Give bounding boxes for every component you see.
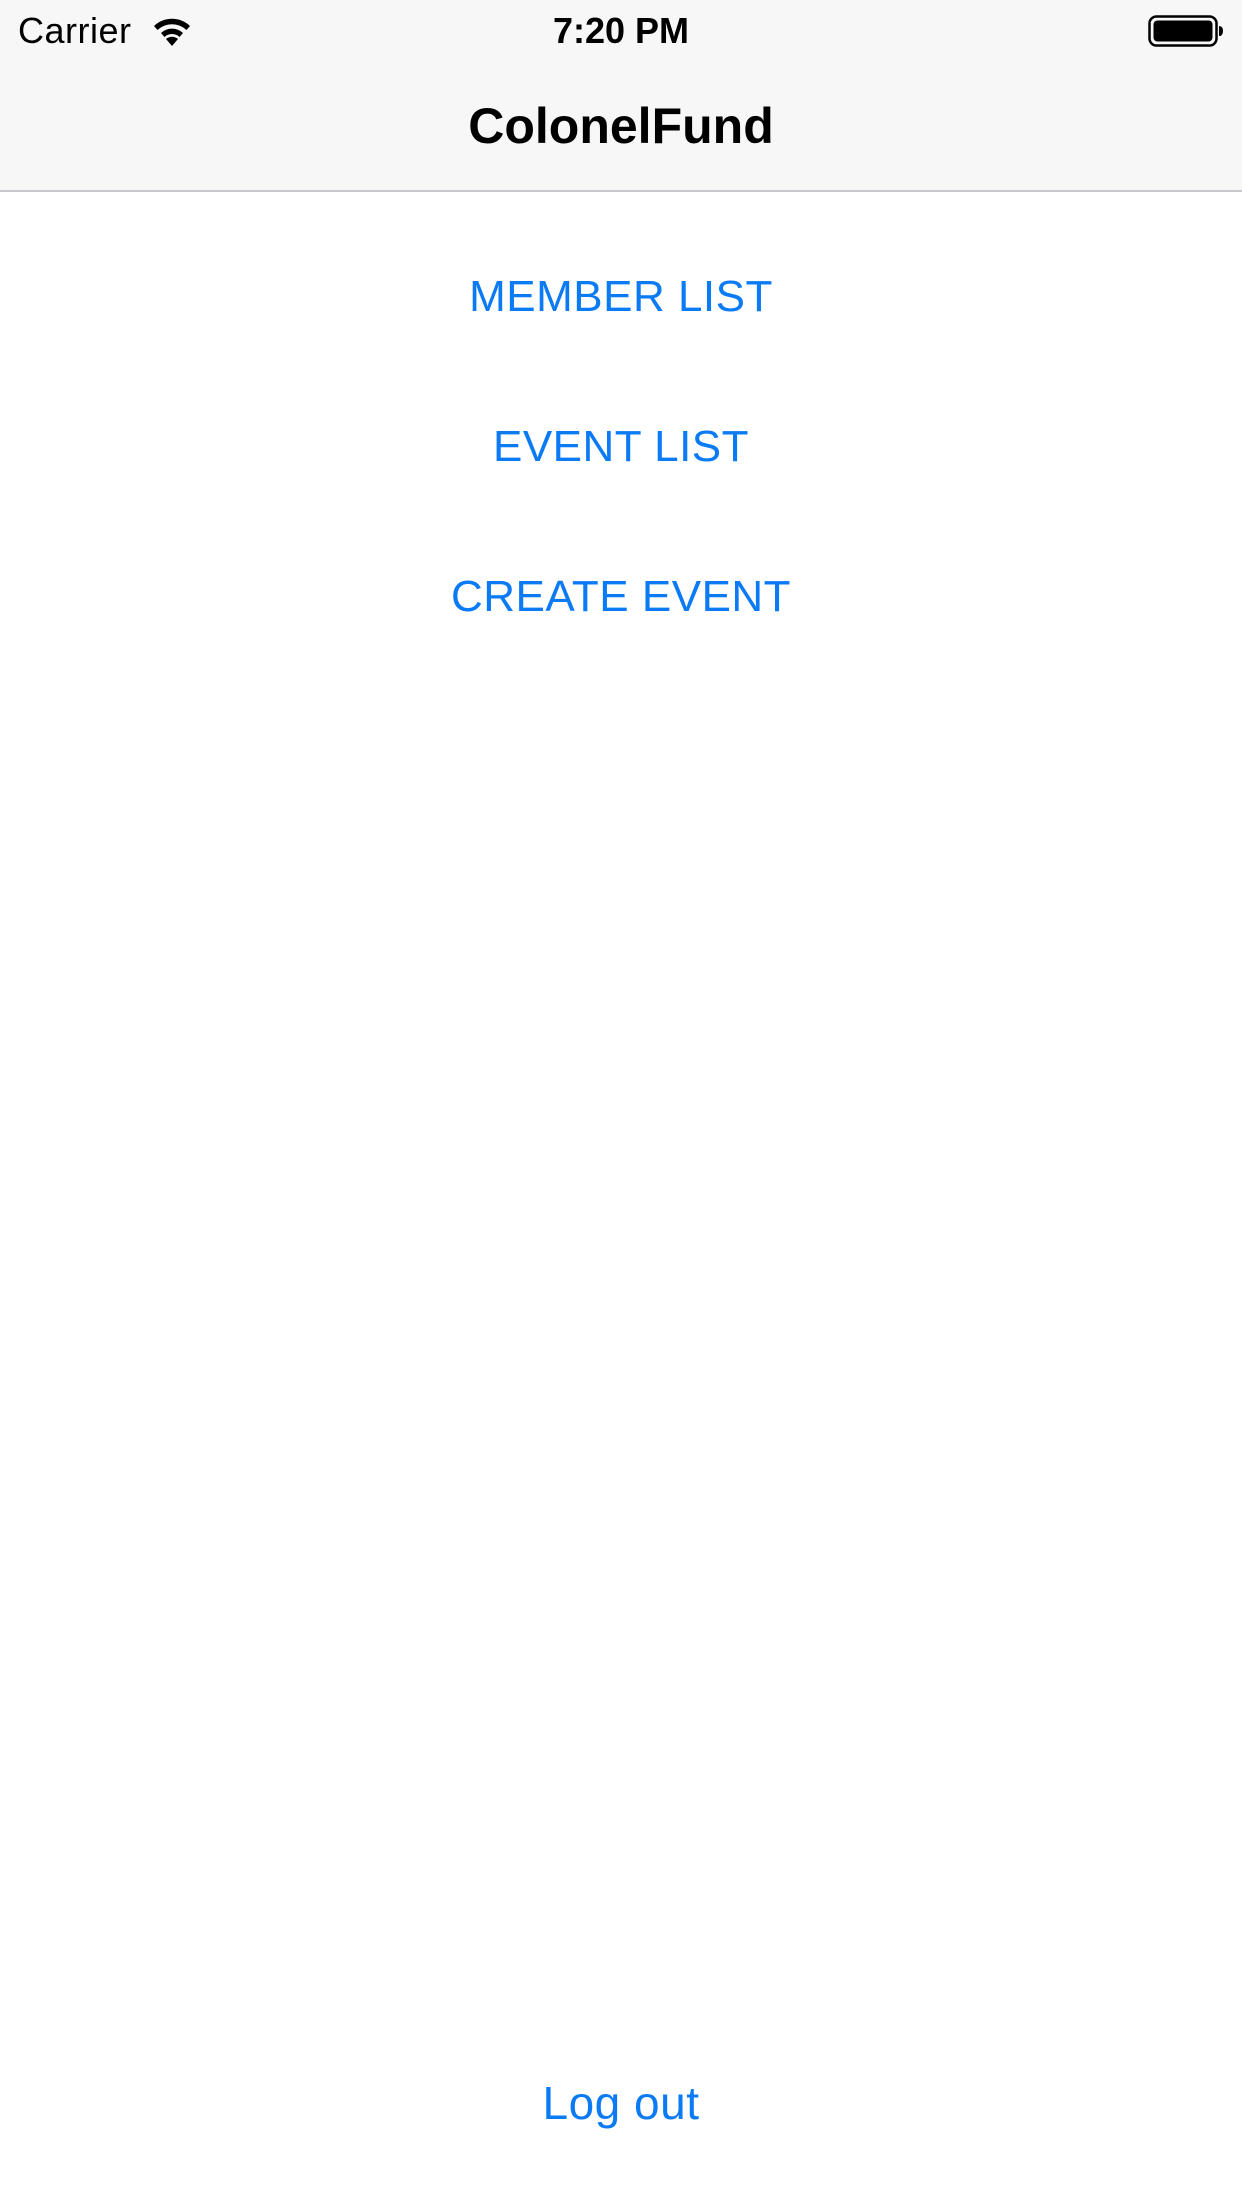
battery-icon xyxy=(1148,15,1223,47)
logout-button[interactable]: Log out xyxy=(321,2048,921,2158)
create-event-button[interactable]: CREATE EVENT xyxy=(321,542,921,652)
event-list-button[interactable]: EVENT LIST xyxy=(321,392,921,502)
page-title: ColonelFund xyxy=(468,98,774,154)
navigation-bar: Carrier 7:20 PM ColonelFund xyxy=(0,0,1242,192)
status-bar: Carrier 7:20 PM xyxy=(0,0,1242,62)
member-list-button[interactable]: MEMBER LIST xyxy=(321,242,921,352)
home-screen: Carrier 7:20 PM ColonelFund MEMBER LIST … xyxy=(0,0,1242,2208)
status-time: 7:20 PM xyxy=(552,10,690,51)
